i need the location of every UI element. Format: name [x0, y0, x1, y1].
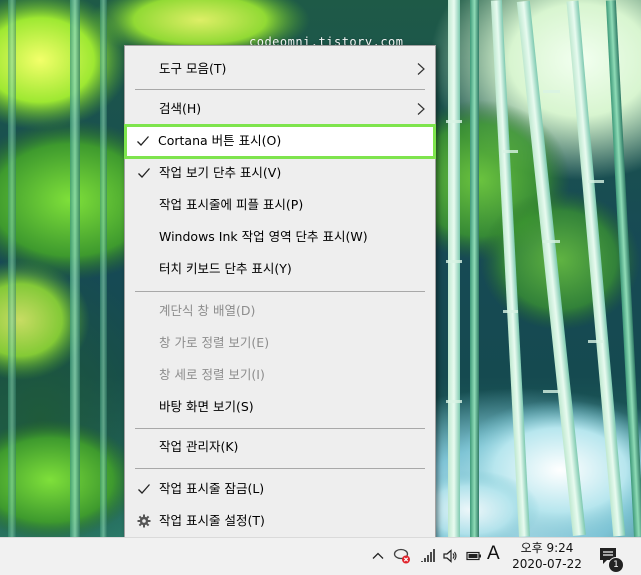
menu-item-show-cortana-button[interactable]: Cortana 버튼 표시(O) — [124, 124, 436, 159]
submenu-arrow-icon — [417, 103, 425, 115]
menu-item-show-desktop[interactable]: 바탕 화면 보기(S) — [127, 392, 433, 422]
menu-item-label: 작업 표시줄에 피플 표시(P) — [159, 197, 304, 212]
menu-item-show-task-view-button[interactable]: 작업 보기 단추 표시(V) — [127, 158, 433, 188]
menu-item-label: 바탕 화면 보기(S) — [159, 399, 254, 414]
menu-item-lock-taskbar[interactable]: 작업 표시줄 잠금(L) — [127, 474, 433, 504]
checkmark-icon — [138, 168, 150, 178]
menu-item-label: 계단식 창 배열(D) — [159, 303, 256, 318]
wifi-icon[interactable] — [420, 548, 436, 564]
menu-item-show-people[interactable]: 작업 표시줄에 피플 표시(P) — [127, 190, 433, 220]
checkmark-icon — [138, 484, 150, 494]
menu-item-taskbar-settings[interactable]: 작업 표시줄 설정(T) — [127, 506, 433, 536]
submenu-arrow-icon — [417, 63, 425, 75]
menu-separator — [135, 89, 425, 90]
menu-item-label: Windows Ink 작업 영역 단추 표시(W) — [159, 229, 368, 244]
menu-item-show-windows-ink[interactable]: Windows Ink 작업 영역 단추 표시(W) — [127, 222, 433, 252]
notification-count-badge: 1 — [608, 557, 624, 573]
taskbar[interactable]: A 오후 9:24 2020-07-22 1 — [0, 537, 641, 575]
clock[interactable]: 오후 9:24 2020-07-22 — [510, 540, 584, 572]
ime-indicator[interactable]: A — [487, 543, 500, 565]
chevron-up-icon[interactable] — [370, 548, 386, 564]
clock-date: 2020-07-22 — [512, 557, 582, 571]
clock-time: 오후 9:24 — [520, 541, 574, 555]
menu-item-show-touch-keyboard[interactable]: 터치 키보드 단추 표시(Y) — [127, 254, 433, 284]
menu-item-label: 도구 모음(T) — [159, 61, 227, 76]
menu-item-toolbars[interactable]: 도구 모음(T) — [127, 54, 433, 84]
gear-icon — [137, 514, 151, 528]
menu-item-label: 작업 보기 단추 표시(V) — [159, 165, 282, 180]
battery-icon[interactable] — [466, 548, 482, 564]
menu-item-cascade-windows: 계단식 창 배열(D) — [127, 296, 433, 326]
menu-item-label: 창 가로 정렬 보기(E) — [159, 335, 270, 350]
menu-item-label: 터치 키보드 단추 표시(Y) — [159, 261, 292, 276]
network-error-icon[interactable] — [393, 547, 411, 565]
menu-item-label: 작업 표시줄 잠금(L) — [159, 481, 265, 496]
menu-item-label: 검색(H) — [159, 101, 202, 116]
volume-icon[interactable] — [442, 548, 458, 564]
menu-item-label: 작업 표시줄 설정(T) — [159, 513, 265, 528]
menu-item-label: 창 세로 정렬 보기(I) — [159, 367, 265, 382]
menu-item-label: 작업 관리자(K) — [159, 439, 239, 454]
checkmark-icon — [137, 136, 149, 146]
menu-separator — [135, 468, 425, 469]
menu-item-stack-windows: 창 가로 정렬 보기(E) — [127, 328, 433, 358]
menu-item-side-by-side-windows: 창 세로 정렬 보기(I) — [127, 360, 433, 390]
taskbar-context-menu: 도구 모음(T) 검색(H) Cortana 버튼 표시(O) 작업 보기 단추… — [124, 45, 436, 545]
menu-item-task-manager[interactable]: 작업 관리자(K) — [127, 432, 433, 462]
menu-item-label: Cortana 버튼 표시(O) — [158, 133, 282, 148]
menu-separator — [135, 291, 425, 292]
menu-separator — [135, 428, 425, 429]
menu-item-search[interactable]: 검색(H) — [127, 94, 433, 124]
